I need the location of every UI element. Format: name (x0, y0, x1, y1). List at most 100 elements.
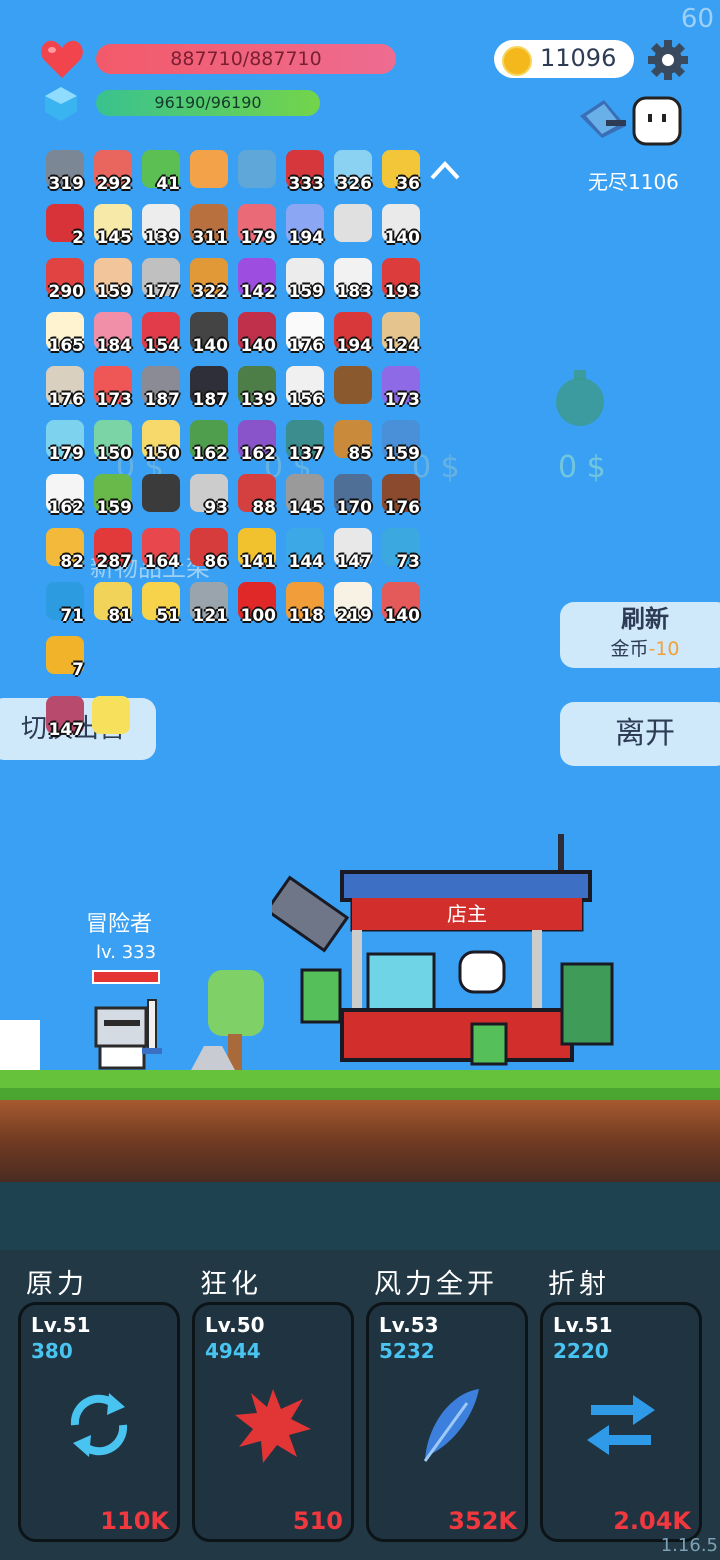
inventory-item[interactable]: 93 (186, 472, 236, 522)
refresh-button[interactable]: 刷新 金币-10 (560, 602, 720, 668)
shop-cart-sprite (272, 834, 614, 1066)
inventory-item[interactable]: 287 (90, 526, 140, 576)
inventory-item[interactable]: 100 (234, 580, 284, 630)
inventory-item[interactable]: 140 (378, 202, 428, 252)
inventory-item[interactable]: 159 (378, 418, 428, 468)
inventory-item[interactable]: 326 (330, 148, 380, 198)
inventory-item[interactable]: 7 (42, 634, 92, 684)
inventory-item[interactable]: 41 (138, 148, 188, 198)
inventory-item[interactable]: 144 (282, 526, 332, 576)
inventory-item[interactable] (138, 472, 188, 522)
inventory-item[interactable]: 82 (42, 526, 92, 576)
inventory-item[interactable]: 139 (138, 202, 188, 252)
inventory-item[interactable]: 124 (378, 310, 428, 360)
item-count: 333 (288, 174, 325, 194)
inventory-item[interactable]: 150 (90, 418, 140, 468)
inventory-item[interactable]: 145 (90, 202, 140, 252)
gear-icon[interactable] (646, 38, 690, 82)
item-count: 292 (96, 174, 133, 194)
inventory-item[interactable]: 159 (282, 256, 332, 306)
inventory-item[interactable]: 170 (330, 472, 380, 522)
inventory-item[interactable]: 140 (378, 580, 428, 630)
item-count: 176 (48, 390, 85, 410)
inventory-item[interactable]: 322 (186, 256, 236, 306)
inventory-item[interactable]: 311 (186, 202, 236, 252)
inventory-item[interactable]: 184 (90, 310, 140, 360)
inventory-item[interactable]: 183 (330, 256, 380, 306)
inventory-item[interactable]: 179 (42, 418, 92, 468)
item-count: 162 (240, 444, 277, 464)
item-count: 139 (144, 228, 181, 248)
item-count: 139 (240, 390, 277, 410)
inventory-item[interactable]: 194 (330, 310, 380, 360)
inventory-item[interactable]: 179 (234, 202, 284, 252)
hook-icon (334, 204, 372, 242)
inventory-item[interactable]: 173 (90, 364, 140, 414)
skill-level: Lv.51 (553, 1313, 613, 1337)
skill-card-4[interactable]: Lv.51 2220 2.04K (540, 1302, 702, 1542)
inventory-item[interactable]: 176 (378, 472, 428, 522)
inventory-item[interactable]: 176 (282, 310, 332, 360)
inventory-item[interactable]: 140 (234, 310, 284, 360)
inventory-item[interactable]: 159 (90, 472, 140, 522)
inventory-item[interactable]: 154 (138, 310, 188, 360)
collapse-chevron-icon[interactable] (428, 158, 462, 182)
inventory-item[interactable]: 176 (42, 364, 92, 414)
inventory-item[interactable]: 187 (138, 364, 188, 414)
cloud-bush (0, 1020, 40, 1072)
inventory-item[interactable]: 177 (138, 256, 188, 306)
inventory-item[interactable]: 164 (138, 526, 188, 576)
inventory-item[interactable]: 142 (234, 256, 284, 306)
inventory-item[interactable]: 165 (42, 310, 92, 360)
inventory-item[interactable]: 145 (282, 472, 332, 522)
inventory-item[interactable]: 333 (282, 148, 332, 198)
inventory-item[interactable]: 51 (138, 580, 188, 630)
inventory-item[interactable]: 173 (378, 364, 428, 414)
inventory-item[interactable] (330, 202, 380, 252)
inventory-item[interactable]: 88 (234, 472, 284, 522)
inventory-item[interactable]: 73 (378, 526, 428, 576)
inventory-item[interactable]: 141 (234, 526, 284, 576)
item-count: 145 (96, 228, 133, 248)
skill-card-3[interactable]: Lv.53 5232 352K (366, 1302, 528, 1542)
inventory-item[interactable]: 118 (282, 580, 332, 630)
inventory-item[interactable] (234, 148, 284, 198)
skill-card-2[interactable]: Lv.50 4944 510 (192, 1302, 354, 1542)
inventory-item[interactable]: 159 (90, 256, 140, 306)
inventory-item[interactable]: 194 (282, 202, 332, 252)
item-count: 140 (384, 228, 421, 248)
inventory-item[interactable]: 140 (186, 310, 236, 360)
inventory-item[interactable]: 162 (42, 472, 92, 522)
leave-button[interactable]: 离开 (560, 702, 720, 766)
inventory-item[interactable]: 219 (330, 580, 380, 630)
inventory-item[interactable]: 292 (90, 148, 140, 198)
inventory-item[interactable]: 290 (42, 256, 92, 306)
inventory-item[interactable] (330, 364, 380, 414)
inventory-item[interactable]: 86 (186, 526, 236, 576)
item-count: 147 (48, 720, 85, 740)
item-count: 194 (336, 336, 373, 356)
inventory-item[interactable]: 85 (330, 418, 380, 468)
inventory-item[interactable]: 193 (378, 256, 428, 306)
item-count: 165 (48, 336, 85, 356)
inventory-item[interactable]: 187 (186, 364, 236, 414)
inventory-item[interactable]: 147 (330, 526, 380, 576)
inventory-item[interactable]: 36 (378, 148, 428, 198)
inventory-item[interactable]: 2 (42, 202, 92, 252)
inventory-item[interactable]: 162 (186, 418, 236, 468)
inventory-item[interactable]: 150 (138, 418, 188, 468)
inventory-item[interactable]: 81 (90, 580, 140, 630)
inventory-item[interactable]: 156 (282, 364, 332, 414)
inventory-item[interactable]: 147 (42, 694, 92, 744)
inventory-item[interactable]: 71 (42, 580, 92, 630)
inventory-item[interactable]: 137 (282, 418, 332, 468)
item-count: 173 (384, 390, 421, 410)
item-count: 187 (144, 390, 181, 410)
inventory-item[interactable]: 319 (42, 148, 92, 198)
inventory-item[interactable] (186, 148, 236, 198)
inventory-item[interactable]: 139 (234, 364, 284, 414)
inventory-item[interactable]: 121 (186, 580, 236, 630)
inventory-item[interactable]: 162 (234, 418, 284, 468)
skill-card-1[interactable]: Lv.51 380 110K (18, 1302, 180, 1542)
inventory-item[interactable] (88, 694, 138, 744)
